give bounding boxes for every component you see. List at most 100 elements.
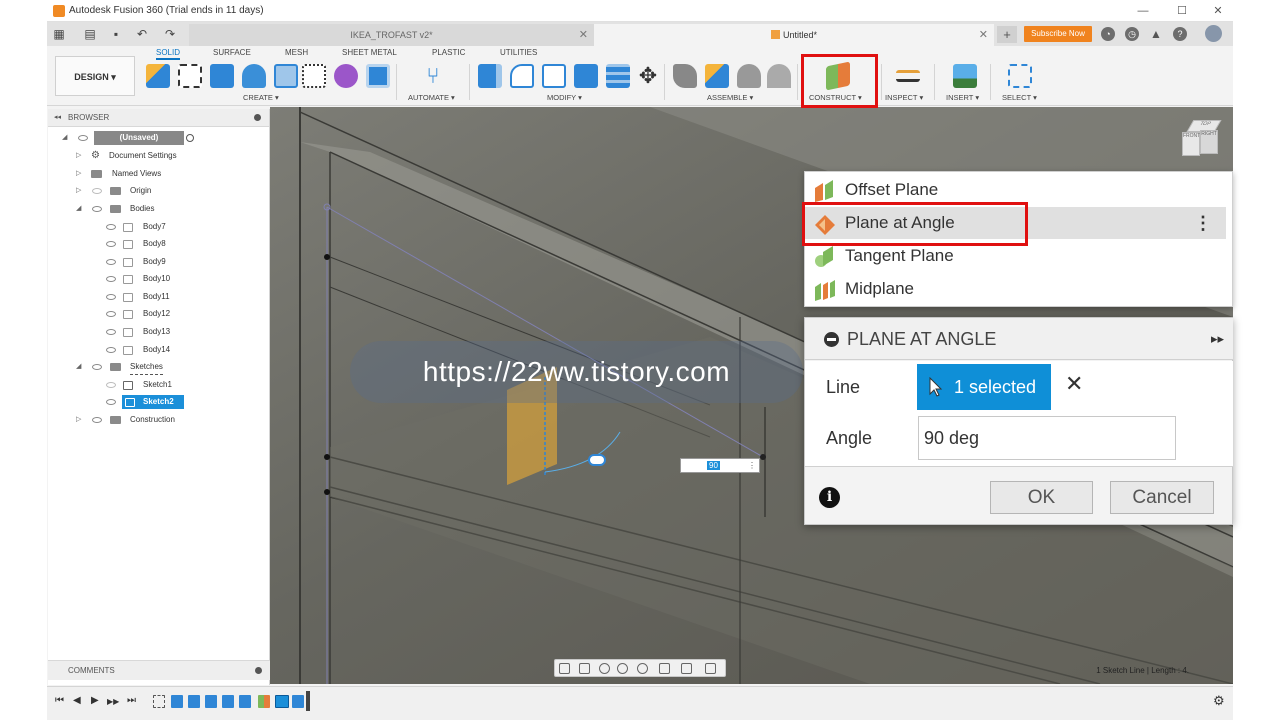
tree-item-body13[interactable]: Body13 [106,325,226,339]
expand-dialog-icon[interactable]: ▸▸ [1211,318,1224,360]
timeline-extrude-icon[interactable] [205,695,217,708]
close-tab-icon[interactable]: ✕ [979,24,988,46]
tree-item-body9[interactable]: Body9 [106,255,226,269]
combine-icon[interactable] [606,64,630,88]
timeline-first-button[interactable]: ⏮ [55,695,64,706]
tree-item-body11[interactable]: Body11 [106,290,226,304]
expand-icon[interactable]: ▷ [76,184,84,198]
eye-icon[interactable] [106,399,116,405]
tree-item-named-views[interactable]: ▷ Named Views [76,167,226,181]
tab-solid[interactable]: SOLID [156,48,181,60]
fillet-icon[interactable] [510,64,534,88]
eye-icon[interactable] [106,259,116,265]
display-settings-icon[interactable] [659,663,670,674]
tab-plastic[interactable]: PLASTIC [432,48,465,57]
dialog-header[interactable]: PLANE AT ANGLE ▸▸ [805,318,1233,360]
eye-icon[interactable] [106,294,116,300]
grid-menu-icon[interactable]: ▦ [52,26,66,42]
press-pull-icon[interactable] [478,64,502,88]
form-icon[interactable] [334,64,358,88]
eye-icon[interactable] [106,276,116,282]
expand-icon[interactable]: ◢ [76,360,84,374]
timeline-next-button[interactable]: ▶▶ [107,697,119,706]
comments-add-icon[interactable] [255,667,262,674]
eye-icon[interactable] [106,224,116,230]
eye-icon[interactable] [106,311,116,317]
tree-item-sketch2[interactable]: Sketch2 [106,395,226,409]
viewports-icon[interactable] [705,663,716,674]
timeline-extrude-icon[interactable] [292,695,304,708]
collapse-browser-icon[interactable]: ◂◂ [54,109,61,127]
tree-root[interactable]: ◢ (Unsaved) [62,131,194,145]
new-tab-button[interactable]: + [997,26,1017,43]
timeline-extrude-icon[interactable] [239,695,251,708]
timeline-extrude-icon[interactable] [171,695,183,708]
tab-untitled[interactable]: Untitled* ✕ [594,24,994,46]
subscribe-button[interactable]: Subscribe Now [1024,26,1092,42]
ok-button[interactable]: OK [990,481,1093,514]
eye-icon[interactable] [92,206,102,212]
angle-manipulator-icon[interactable] [588,454,606,466]
tree-item-bodies[interactable]: ◢ Bodies [76,202,226,216]
new-component-icon[interactable] [146,64,170,88]
group-inspect[interactable]: INSPECT ▾ [885,93,923,102]
expand-icon[interactable]: ◢ [62,131,70,145]
group-modify[interactable]: MODIFY ▾ [547,93,582,102]
fit-icon[interactable] [637,663,648,674]
timeline-settings-icon[interactable]: ⚙ [1213,693,1225,709]
tree-item-sketches[interactable]: ◢ Sketches [76,360,226,375]
timeline-prev-button[interactable]: ◀ [73,695,81,706]
job-status-icon[interactable]: ◷ [1125,27,1139,41]
orbit-icon[interactable] [559,663,570,674]
tab-mesh[interactable]: MESH [285,48,308,57]
more-options-icon[interactable]: ⋮ [748,459,756,472]
tree-item-body8[interactable]: Body8 [106,237,226,251]
menu-item-midplane[interactable]: Midplane [805,273,1233,305]
minimize-button[interactable]: — [1132,3,1154,19]
revolve-icon[interactable] [242,64,266,88]
tree-item-body7[interactable]: Body7 [106,220,226,234]
comments-panel[interactable]: COMMENTS [48,660,270,680]
new-component-assemble-icon[interactable] [705,64,729,88]
group-create[interactable]: CREATE ▾ [243,93,279,102]
undo-icon[interactable]: ↶ [135,26,149,42]
workspace-design-button[interactable]: DESIGN ▾ [55,56,135,96]
help-icon[interactable]: ? [1173,27,1187,41]
browser-options-icon[interactable] [254,114,261,121]
joint-icon[interactable] [673,64,697,88]
tree-item-construction[interactable]: ▷ Construction [76,413,226,427]
angle-value-input[interactable]: 90 ⋮ [680,458,760,473]
mirror-icon[interactable] [366,64,390,88]
tab-utilities[interactable]: UTILITIES [500,48,537,57]
create-sketch-icon[interactable] [178,64,202,88]
group-insert[interactable]: INSERT ▾ [946,93,979,102]
insert-image-icon[interactable] [953,64,977,88]
clear-selection-icon[interactable]: ✕ [1065,371,1083,397]
close-window-button[interactable]: ✕ [1207,3,1229,19]
group-assemble[interactable]: ASSEMBLE ▾ [707,93,753,102]
group-automate[interactable]: AUTOMATE ▾ [408,93,455,102]
look-at-icon[interactable] [579,663,590,674]
eye-icon[interactable] [92,417,102,423]
redo-icon[interactable]: ↷ [163,26,177,42]
more-options-icon[interactable]: ⋮ [1194,207,1212,239]
extensions-icon[interactable]: ◔ [1101,27,1115,41]
close-tab-icon[interactable]: ✕ [579,24,588,46]
expand-icon[interactable]: ◢ [76,202,84,216]
collapse-dialog-icon[interactable] [824,332,839,347]
file-icon[interactable]: ▤ [83,26,97,42]
eye-icon[interactable] [106,347,116,353]
tree-item-sketch1[interactable]: Sketch1 [106,378,226,392]
timeline-play-button[interactable]: ▶ [91,695,99,706]
avatar[interactable] [1205,25,1222,42]
notifications-icon[interactable]: ▲ [1149,27,1163,41]
tree-item-body12[interactable]: Body12 [106,307,226,321]
measure-icon[interactable] [896,70,920,82]
timeline-extrude-icon[interactable] [222,695,234,708]
expand-icon[interactable]: ▷ [76,149,84,163]
pattern-icon[interactable] [302,64,326,88]
save-icon[interactable]: ▪ [109,26,123,42]
maximize-button[interactable]: ☐ [1171,3,1193,19]
expand-icon[interactable]: ▷ [76,167,84,181]
pan-icon[interactable] [599,663,610,674]
